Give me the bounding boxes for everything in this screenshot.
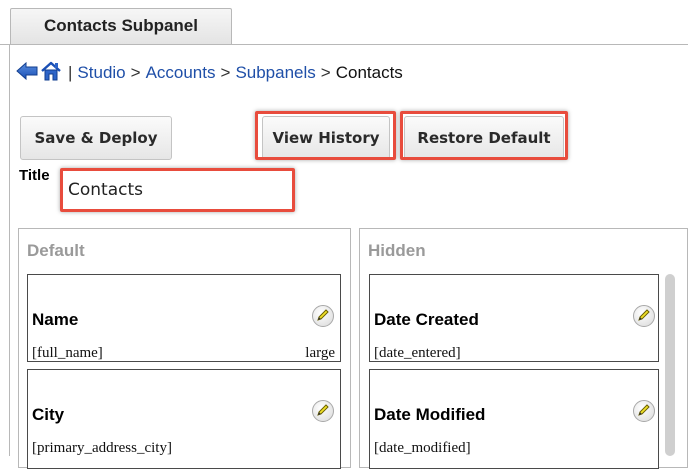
pencil-icon[interactable]: [312, 400, 334, 422]
breadcrumb-accounts[interactable]: Accounts: [146, 63, 216, 83]
hidden-column-header: Hidden: [368, 241, 426, 260]
field-card[interactable]: Date Modified [date_modified]: [369, 369, 659, 469]
hidden-column: Hidden Date Created [date_entered] Date …: [359, 228, 688, 469]
pencil-icon[interactable]: [312, 305, 334, 327]
field-label: Date Modified: [374, 405, 486, 424]
default-column: Default Name [full_name] large City [pri…: [18, 228, 351, 469]
back-arrow-icon[interactable]: [16, 61, 38, 86]
pencil-icon[interactable]: [633, 400, 655, 422]
field-label: Name: [32, 310, 79, 329]
field-name: [full_name]: [32, 345, 103, 361]
breadcrumb-pipe: |: [68, 63, 73, 82]
save-deploy-button[interactable]: Save & Deploy: [20, 116, 172, 160]
highlight-view-history: [255, 111, 396, 160]
home-icon[interactable]: [40, 60, 62, 87]
tab-contacts-subpanel[interactable]: Contacts Subpanel: [10, 8, 232, 44]
default-column-header: Default: [27, 241, 85, 260]
field-card[interactable]: Date Created [date_entered]: [369, 274, 659, 362]
panel-border: [9, 44, 10, 456]
field-label: Date Created: [374, 310, 479, 329]
breadcrumb: | Studio > Accounts > Subpanels > Contac…: [16, 60, 403, 86]
breadcrumb-subpanels[interactable]: Subpanels: [235, 63, 315, 83]
tab-strip: Contacts Subpanel: [0, 0, 688, 45]
breadcrumb-studio[interactable]: Studio: [77, 63, 125, 83]
field-width: large: [305, 345, 335, 361]
breadcrumb-separator: >: [320, 63, 331, 82]
field-card[interactable]: City [primary_address_city]: [27, 369, 341, 469]
scrollbar-thumb[interactable]: [665, 274, 675, 456]
breadcrumb-current: Contacts: [335, 63, 403, 82]
save-deploy-label: Save & Deploy: [34, 129, 158, 147]
highlight-restore-default: [400, 111, 568, 160]
pencil-icon[interactable]: [633, 305, 655, 327]
title-label: Title: [19, 167, 50, 184]
field-name: [date_modified]: [374, 440, 471, 456]
breadcrumb-separator: >: [220, 63, 231, 82]
field-card[interactable]: Name [full_name] large: [27, 274, 341, 362]
field-name: [date_entered]: [374, 345, 461, 361]
breadcrumb-separator: >: [130, 63, 141, 82]
hidden-column-scrollbar[interactable]: [663, 274, 677, 456]
field-label: City: [32, 405, 65, 424]
highlight-title-input: [60, 168, 295, 212]
field-name: [primary_address_city]: [32, 440, 172, 456]
